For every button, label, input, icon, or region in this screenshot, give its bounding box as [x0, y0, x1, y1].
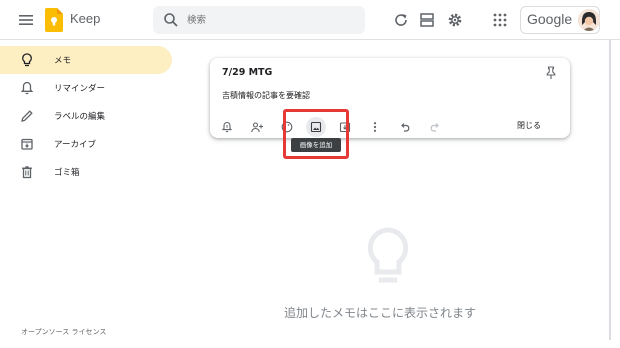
pencil-icon: [21, 110, 33, 122]
top-bar: Keep Google: [0, 0, 620, 40]
sidebar-item-edit-labels[interactable]: ラベルの編集: [0, 102, 172, 130]
close-button[interactable]: 閉じる: [517, 120, 541, 131]
app-name[interactable]: Keep: [70, 11, 100, 26]
avatar[interactable]: [578, 9, 600, 31]
redo-icon[interactable]: [429, 121, 441, 133]
sidebar: メモ リマインダー ラベルの編集 アーカイブ ゴミ箱: [0, 40, 180, 348]
account-switcher[interactable]: Google: [520, 6, 600, 34]
keep-logo-icon[interactable]: [45, 8, 63, 32]
highlight-annotation-box: [283, 109, 349, 159]
menu-icon[interactable]: [18, 12, 34, 28]
lightbulb-icon: [367, 227, 409, 283]
sidebar-item-label: ゴミ箱: [54, 168, 80, 178]
note-card[interactable]: 7/29 MTG 吉積情報の記事を要確認 閉じる: [210, 58, 570, 138]
vertical-scrollbar[interactable]: [609, 40, 611, 340]
note-title[interactable]: 7/29 MTG: [222, 67, 272, 78]
collaborator-icon[interactable]: [251, 121, 263, 133]
google-brand-text: Google: [527, 11, 573, 27]
more-vert-icon[interactable]: [369, 121, 381, 133]
sidebar-item-memo[interactable]: メモ: [0, 46, 172, 74]
search-bar[interactable]: [153, 6, 365, 34]
trash-icon: [22, 166, 32, 179]
settings-icon[interactable]: [446, 11, 464, 29]
apps-grid-icon[interactable]: [491, 11, 509, 29]
sidebar-item-label: ラベルの編集: [54, 112, 106, 122]
list-view-icon[interactable]: [418, 11, 436, 29]
remind-me-icon[interactable]: [221, 121, 233, 133]
open-source-license-link[interactable]: オープンソース ライセンス: [21, 327, 106, 337]
user-avatar-icon: [578, 9, 600, 31]
pin-icon[interactable]: [545, 66, 557, 80]
sidebar-item-label: メモ: [54, 56, 72, 66]
search-input[interactable]: [187, 10, 357, 30]
bell-icon: [20, 81, 34, 95]
sidebar-item-label: アーカイブ: [54, 140, 96, 150]
lightbulb-icon: [22, 53, 32, 67]
sidebar-item-archive[interactable]: アーカイブ: [0, 130, 172, 158]
refresh-icon[interactable]: [392, 11, 410, 29]
sidebar-item-trash[interactable]: ゴミ箱: [0, 158, 172, 186]
search-icon[interactable]: [163, 12, 179, 28]
sidebar-item-reminders[interactable]: リマインダー: [0, 74, 172, 102]
undo-icon[interactable]: [399, 121, 411, 133]
archive-icon: [21, 138, 33, 150]
sidebar-item-label: リマインダー: [54, 84, 106, 94]
empty-state-message: 追加したメモはここに表示されます: [284, 306, 477, 320]
note-body[interactable]: 吉積情報の記事を要確認: [222, 90, 310, 101]
